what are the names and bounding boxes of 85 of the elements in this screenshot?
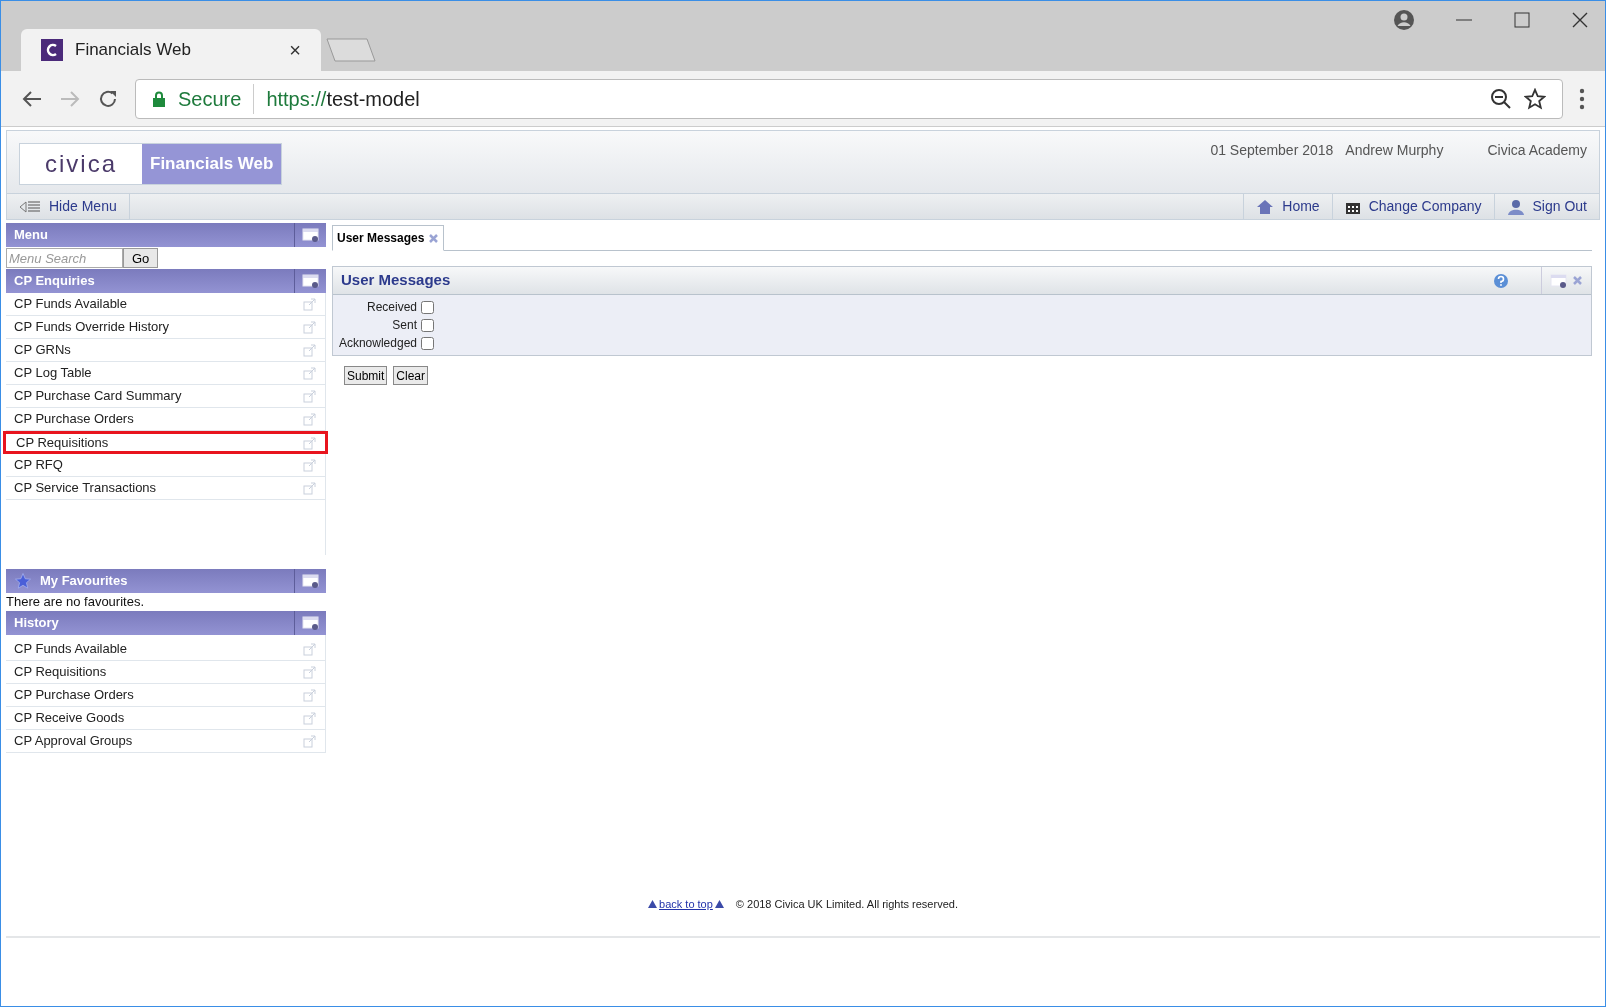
- filter-checkbox[interactable]: [421, 318, 434, 332]
- filter-label: Sent: [391, 317, 418, 334]
- maximize-icon[interactable]: [1513, 11, 1531, 29]
- menu-item[interactable]: CP Log Table: [6, 362, 325, 385]
- product-name: Financials Web: [142, 144, 282, 184]
- up-triangle-icon: [714, 900, 724, 909]
- history-item[interactable]: CP Requisitions: [6, 661, 325, 684]
- popout-icon[interactable]: [303, 458, 317, 472]
- user-name: Andrew Murphy: [1345, 141, 1444, 160]
- empty-favourites-text: There are no favourites.: [6, 593, 146, 611]
- help-icon[interactable]: [1493, 272, 1509, 289]
- window-icon[interactable]: [301, 616, 320, 630]
- popout-icon[interactable]: [303, 642, 317, 656]
- address-bar[interactable]: Secure https://test-model: [135, 78, 1563, 119]
- menu-item[interactable]: CP RFQ: [6, 454, 325, 477]
- popout-icon[interactable]: [303, 343, 317, 357]
- up-triangle-icon: [648, 900, 658, 909]
- logo-text: civica: [20, 144, 142, 184]
- menu-item[interactable]: CP Service Transactions: [6, 477, 325, 500]
- menu-item[interactable]: CP Requisitions: [3, 431, 328, 454]
- popout-icon[interactable]: [303, 688, 317, 702]
- popout-icon[interactable]: [303, 320, 317, 334]
- close-tab-button[interactable]: ×: [289, 35, 301, 65]
- back-arrow-icon[interactable]: [21, 88, 43, 109]
- copyright-text: © 2018 Civica UK Limited. All rights reserved.: [735, 897, 958, 912]
- toolbar-link[interactable]: Sign Out: [1493, 194, 1599, 219]
- app-favicon-icon: [41, 39, 63, 61]
- lock-icon: [152, 90, 166, 107]
- menu-search-field[interactable]: Menu Search: [6, 248, 123, 268]
- window-icon[interactable]: [301, 574, 320, 588]
- zoom-out-icon[interactable]: [1490, 87, 1512, 110]
- filter-checkbox[interactable]: [421, 300, 434, 314]
- popout-icon[interactable]: [303, 366, 317, 380]
- menu-item[interactable]: CP Funds Available: [6, 293, 325, 316]
- window-icon[interactable]: [301, 228, 320, 242]
- user-icon: [1506, 198, 1525, 215]
- form-button[interactable]: Clear: [393, 366, 429, 385]
- toolbar-link[interactable]: Home: [1243, 194, 1332, 219]
- toolbar-link[interactable]: Change Company: [1331, 194, 1494, 219]
- popout-icon[interactable]: [303, 435, 317, 450]
- window-icon[interactable]: [1550, 273, 1568, 288]
- star-outline-icon[interactable]: [1524, 87, 1546, 110]
- secure-label: Secure: [178, 83, 255, 114]
- filter-checkbox[interactable]: [421, 336, 434, 350]
- menu-dots-icon[interactable]: [1579, 87, 1585, 110]
- menu-item[interactable]: CP Purchase Orders: [6, 408, 325, 431]
- popout-icon[interactable]: [303, 711, 317, 725]
- popout-icon[interactable]: [303, 734, 317, 748]
- panel-title: History: [14, 614, 59, 633]
- panel-title: User Messages: [340, 270, 452, 291]
- panel-title: CP Enquiries: [14, 272, 95, 291]
- menu-item[interactable]: CP Purchase Card Summary: [6, 385, 325, 408]
- content-tab[interactable]: User Messages: [332, 225, 445, 251]
- collapse-menu-icon: [19, 199, 41, 214]
- history-item[interactable]: CP Funds Available: [6, 638, 325, 661]
- panel-title: Menu: [14, 226, 48, 245]
- forward-arrow-icon[interactable]: [59, 88, 81, 109]
- menu-item[interactable]: CP Funds Override History: [6, 316, 325, 339]
- new-tab-button[interactable]: [325, 37, 377, 63]
- filter-label: Acknowledged: [337, 335, 418, 352]
- filter-label: Received: [365, 299, 418, 316]
- history-item[interactable]: CP Purchase Orders: [6, 684, 325, 707]
- form-button[interactable]: Submit: [344, 366, 388, 385]
- popout-icon[interactable]: [303, 412, 317, 426]
- back-to-top-link[interactable]: back to top: [659, 896, 713, 913]
- star-icon: [14, 572, 32, 590]
- tab-title: Financials Web: [75, 39, 192, 62]
- profile-icon[interactable]: [1393, 9, 1415, 31]
- popout-icon[interactable]: [303, 297, 317, 311]
- popout-icon[interactable]: [303, 665, 317, 679]
- popout-icon[interactable]: [303, 389, 317, 403]
- window-icon[interactable]: [301, 274, 320, 288]
- history-item[interactable]: CP Approval Groups: [6, 730, 325, 753]
- go-button[interactable]: Go: [123, 248, 159, 268]
- house-icon: [1256, 198, 1275, 215]
- popout-icon[interactable]: [303, 481, 317, 495]
- date-text: 01 September 2018: [1210, 141, 1334, 160]
- panel-title: My Favourites: [40, 572, 128, 591]
- url-text: https://test-model: [266, 86, 421, 112]
- browser-tab[interactable]: Financials Web ×: [21, 29, 321, 71]
- menu-item[interactable]: CP GRNs: [6, 339, 325, 362]
- close-icon[interactable]: [1571, 11, 1589, 29]
- history-item[interactable]: CP Receive Goods: [6, 707, 325, 730]
- hide-menu-button[interactable]: Hide Menu: [7, 194, 130, 219]
- company-name: Civica Academy: [1487, 141, 1587, 160]
